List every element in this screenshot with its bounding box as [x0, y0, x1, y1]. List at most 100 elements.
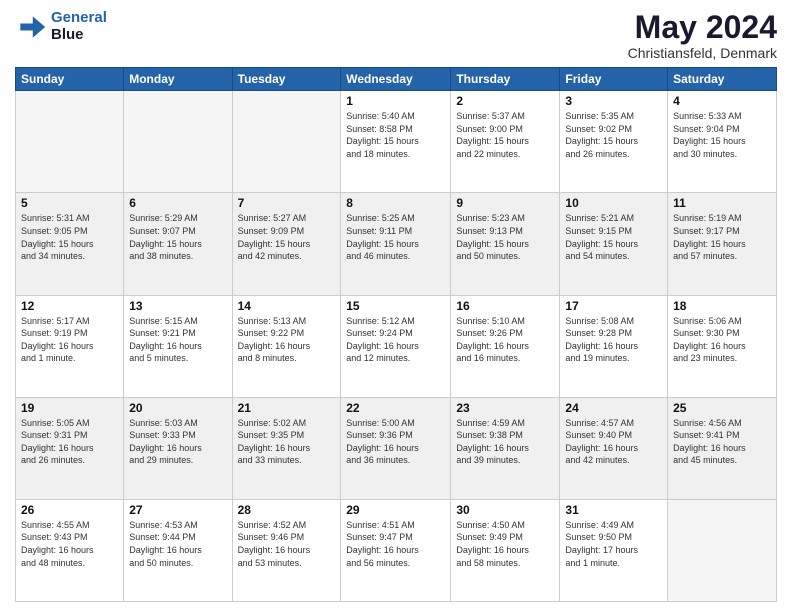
table-row: 15Sunrise: 5:12 AM Sunset: 9:24 PM Dayli…: [341, 295, 451, 397]
day-number: 24: [565, 401, 662, 415]
day-number: 26: [21, 503, 118, 517]
day-number: 17: [565, 299, 662, 313]
calendar-week-row: 19 Sunrise: 5:05 AM Sunset: 9:31 PM Dayli…: [16, 397, 777, 499]
day-info: Sunrise: 5:10 AM Sunset: 9:26 PM Dayligh…: [456, 315, 554, 365]
day-number: 1: [346, 94, 445, 108]
table-row: 13Sunrise: 5:15 AM Sunset: 9:21 PM Dayli…: [124, 295, 232, 397]
logo: General Blue: [15, 10, 107, 43]
day-info: Sunrise: 4:57 AM Sunset: 9:40 PM Dayligh…: [565, 417, 662, 467]
table-row: 25Sunrise: 4:56 AM Sunset: 9:41 PM Dayli…: [668, 397, 777, 499]
day-info: Sunrise: 5:02 AM Sunset: 9:35 PM Dayligh…: [238, 417, 336, 467]
day-number: 12: [21, 299, 118, 313]
table-row: [232, 91, 341, 193]
day-number: 20: [129, 401, 226, 415]
table-row: 4 Sunrise: 5:33 AM Sunset: 9:04 PM Daylig…: [668, 91, 777, 193]
logo-line2: Blue: [51, 26, 84, 43]
calendar-table: Sunday Monday Tuesday Wednesday Thursday…: [15, 67, 777, 602]
table-row: 23 Sunrise: 4:59 AM Sunset: 9:38 PM Dayli…: [451, 397, 560, 499]
title-area: May 2024 Christiansfeld, Denmark: [628, 10, 777, 61]
table-row: 20 Sunrise: 5:03 AM Sunset: 9:33 PM Dayli…: [124, 397, 232, 499]
day-info: Sunrise: 5:21 AM Sunset: 9:15 PM Dayligh…: [565, 212, 662, 262]
table-row: 22Sunrise: 5:00 AM Sunset: 9:36 PM Dayli…: [341, 397, 451, 499]
header-friday: Friday: [560, 68, 668, 91]
calendar-header-row: Sunday Monday Tuesday Wednesday Thursday…: [16, 68, 777, 91]
day-number: 16: [456, 299, 554, 313]
day-info: Sunrise: 5:05 AM Sunset: 9:31 PM Dayligh…: [21, 417, 118, 467]
table-row: 29 Sunrise: 4:51 AM Sunset: 9:47 PM Dayli…: [341, 499, 451, 601]
table-row: 27Sunrise: 4:53 AM Sunset: 9:44 PM Dayli…: [124, 499, 232, 601]
day-info: Sunrise: 5:27 AM Sunset: 9:09 PM Dayligh…: [238, 212, 336, 262]
table-row: 19 Sunrise: 5:05 AM Sunset: 9:31 PM Dayli…: [16, 397, 124, 499]
day-number: 6: [129, 196, 226, 210]
day-info: Sunrise: 5:17 AM Sunset: 9:19 PM Dayligh…: [21, 315, 118, 365]
table-row: 6 Sunrise: 5:29 AM Sunset: 9:07 PM Daylig…: [124, 193, 232, 295]
day-number: 3: [565, 94, 662, 108]
logo-line1: General: [51, 9, 107, 26]
day-info: Sunrise: 5:00 AM Sunset: 9:36 PM Dayligh…: [346, 417, 445, 467]
table-row: 18 Sunrise: 5:06 AM Sunset: 9:30 PM Dayli…: [668, 295, 777, 397]
table-row: 11 Sunrise: 5:19 AM Sunset: 9:17 PM Dayli…: [668, 193, 777, 295]
day-info: Sunrise: 5:19 AM Sunset: 9:17 PM Dayligh…: [673, 212, 771, 262]
day-number: 23: [456, 401, 554, 415]
day-number: 10: [565, 196, 662, 210]
month-title: May 2024: [628, 10, 777, 45]
table-row: 12 Sunrise: 5:17 AM Sunset: 9:19 PM Dayli…: [16, 295, 124, 397]
table-row: 2 Sunrise: 5:37 AM Sunset: 9:00 PM Daylig…: [451, 91, 560, 193]
day-info: Sunrise: 4:56 AM Sunset: 9:41 PM Dayligh…: [673, 417, 771, 467]
day-info: Sunrise: 5:25 AM Sunset: 9:11 PM Dayligh…: [346, 212, 445, 262]
day-number: 11: [673, 196, 771, 210]
header-saturday: Saturday: [668, 68, 777, 91]
table-row: [668, 499, 777, 601]
day-info: Sunrise: 5:33 AM Sunset: 9:04 PM Dayligh…: [673, 110, 771, 160]
day-number: 29: [346, 503, 445, 517]
table-row: 1 Sunrise: 5:40 AM Sunset: 8:58 PM Daylig…: [341, 91, 451, 193]
table-row: 31Sunrise: 4:49 AM Sunset: 9:50 PM Dayli…: [560, 499, 668, 601]
table-row: 10 Sunrise: 5:21 AM Sunset: 9:15 PM Dayli…: [560, 193, 668, 295]
day-number: 19: [21, 401, 118, 415]
day-info: Sunrise: 4:51 AM Sunset: 9:47 PM Dayligh…: [346, 519, 445, 569]
table-row: 30 Sunrise: 4:50 AM Sunset: 9:49 PM Dayli…: [451, 499, 560, 601]
day-number: 7: [238, 196, 336, 210]
table-row: 28 Sunrise: 4:52 AM Sunset: 9:46 PM Dayli…: [232, 499, 341, 601]
header-thursday: Thursday: [451, 68, 560, 91]
day-number: 30: [456, 503, 554, 517]
day-info: Sunrise: 5:37 AM Sunset: 9:00 PM Dayligh…: [456, 110, 554, 160]
table-row: 9Sunrise: 5:23 AM Sunset: 9:13 PM Daylig…: [451, 193, 560, 295]
day-info: Sunrise: 5:35 AM Sunset: 9:02 PM Dayligh…: [565, 110, 662, 160]
day-info: Sunrise: 5:15 AM Sunset: 9:21 PM Dayligh…: [129, 315, 226, 365]
header-sunday: Sunday: [16, 68, 124, 91]
day-info: Sunrise: 4:49 AM Sunset: 9:50 PM Dayligh…: [565, 519, 662, 569]
day-info: Sunrise: 4:59 AM Sunset: 9:38 PM Dayligh…: [456, 417, 554, 467]
table-row: 17 Sunrise: 5:08 AM Sunset: 9:28 PM Dayli…: [560, 295, 668, 397]
day-info: Sunrise: 4:50 AM Sunset: 9:49 PM Dayligh…: [456, 519, 554, 569]
day-info: Sunrise: 5:03 AM Sunset: 9:33 PM Dayligh…: [129, 417, 226, 467]
table-row: 21Sunrise: 5:02 AM Sunset: 9:35 PM Dayli…: [232, 397, 341, 499]
header-wednesday: Wednesday: [341, 68, 451, 91]
day-info: Sunrise: 5:23 AM Sunset: 9:13 PM Dayligh…: [456, 212, 554, 262]
table-row: 14Sunrise: 5:13 AM Sunset: 9:22 PM Dayli…: [232, 295, 341, 397]
calendar-week-row: 26 Sunrise: 4:55 AM Sunset: 9:43 PM Dayli…: [16, 499, 777, 601]
table-row: 26 Sunrise: 4:55 AM Sunset: 9:43 PM Dayli…: [16, 499, 124, 601]
table-row: 16 Sunrise: 5:10 AM Sunset: 9:26 PM Dayli…: [451, 295, 560, 397]
day-number: 28: [238, 503, 336, 517]
day-number: 4: [673, 94, 771, 108]
day-number: 14: [238, 299, 336, 313]
calendar-week-row: 5Sunrise: 5:31 AM Sunset: 9:05 PM Daylig…: [16, 193, 777, 295]
location: Christiansfeld, Denmark: [628, 45, 777, 61]
day-info: Sunrise: 5:29 AM Sunset: 9:07 PM Dayligh…: [129, 212, 226, 262]
day-number: 15: [346, 299, 445, 313]
calendar-week-row: 1 Sunrise: 5:40 AM Sunset: 8:58 PM Daylig…: [16, 91, 777, 193]
day-info: Sunrise: 4:52 AM Sunset: 9:46 PM Dayligh…: [238, 519, 336, 569]
day-number: 18: [673, 299, 771, 313]
table-row: 8Sunrise: 5:25 AM Sunset: 9:11 PM Daylig…: [341, 193, 451, 295]
table-row: 24 Sunrise: 4:57 AM Sunset: 9:40 PM Dayli…: [560, 397, 668, 499]
table-row: 5Sunrise: 5:31 AM Sunset: 9:05 PM Daylig…: [16, 193, 124, 295]
header: General Blue May 2024 Christiansfeld, De…: [15, 10, 777, 61]
table-row: 7 Sunrise: 5:27 AM Sunset: 9:09 PM Daylig…: [232, 193, 341, 295]
day-info: Sunrise: 5:40 AM Sunset: 8:58 PM Dayligh…: [346, 110, 445, 160]
day-info: Sunrise: 5:31 AM Sunset: 9:05 PM Dayligh…: [21, 212, 118, 262]
day-number: 2: [456, 94, 554, 108]
day-info: Sunrise: 4:55 AM Sunset: 9:43 PM Dayligh…: [21, 519, 118, 569]
day-info: Sunrise: 5:06 AM Sunset: 9:30 PM Dayligh…: [673, 315, 771, 365]
day-info: Sunrise: 5:08 AM Sunset: 9:28 PM Dayligh…: [565, 315, 662, 365]
